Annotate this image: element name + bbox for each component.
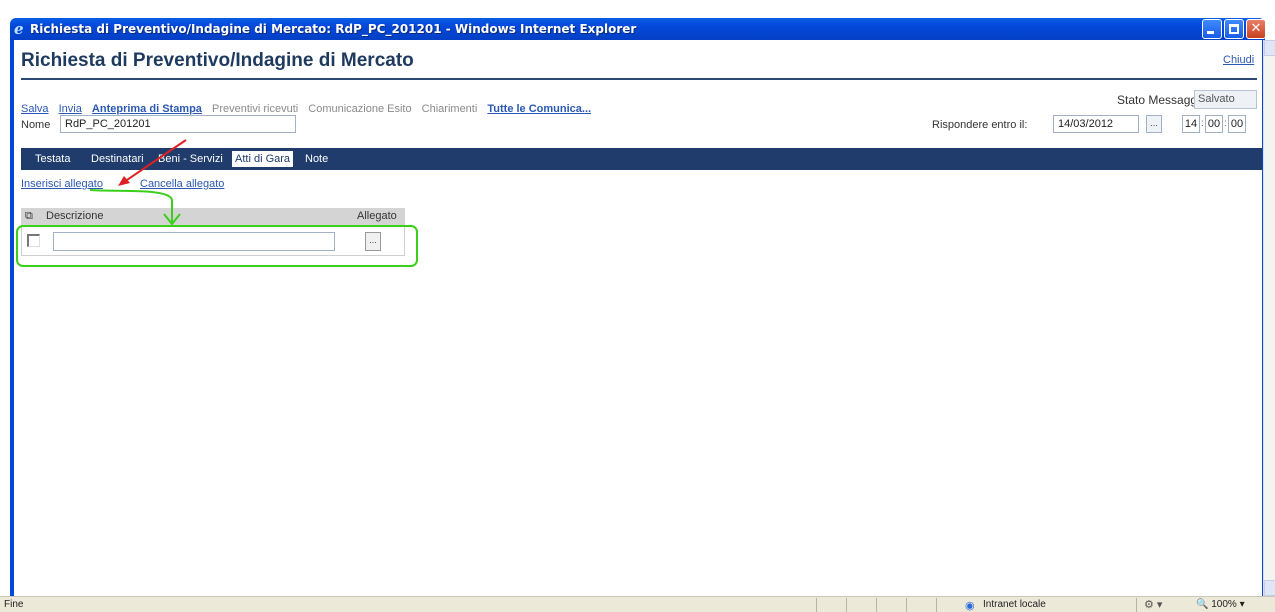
preventivi-ricevuti-item: Preventivi ricevuti [212,103,299,115]
maximize-icon [1229,24,1239,34]
title-divider [21,78,1257,80]
anteprima-link[interactable]: Anteprima di Stampa [92,103,202,115]
descrizione-input[interactable] [53,232,335,251]
comunicazione-esito-item: Comunicazione Esito [308,103,412,115]
salva-link[interactable]: Salva [21,103,49,115]
nome-label: Nome [21,119,51,131]
table-row: ... [21,226,405,256]
title-bar: e Richiesta di Preventivo/Indagine di Me… [0,0,1275,40]
column-descrizione: Descrizione [46,210,104,222]
attachments-grid-header: ⧉ Descrizione Allegato [21,208,405,226]
scroll-down-button[interactable] [1264,580,1275,596]
zoom-level[interactable]: 🔍 100% ▾ [1196,599,1245,610]
status-bar: Fine ◉ Intranet locale ⚙ ▾ 🔍 100% ▾ [0,596,1275,612]
tab-beni-servizi[interactable]: Beni - Servizi [158,153,223,165]
tab-atti-di-gara[interactable]: Atti di Gara [232,151,294,167]
close-window-button[interactable]: ✕ [1246,19,1266,39]
window-title: Richiesta di Preventivo/Indagine di Merc… [30,22,637,36]
status-divider [876,598,877,612]
tab-note[interactable]: Note [305,153,328,165]
deadline-label: Rispondere entro il: [932,119,1028,131]
tab-destinatari[interactable]: Destinatari [91,153,144,165]
zoom-value: 100% [1211,599,1237,610]
deadline-minute-input[interactable]: 00 [1205,115,1223,133]
status-divider [936,598,937,612]
intranet-zone-icon: ◉ [965,600,975,612]
row-checkbox[interactable] [27,234,40,247]
maximize-button[interactable] [1224,19,1244,39]
deadline-second-input[interactable]: 00 [1228,115,1246,133]
time-separator: : [1201,118,1204,129]
scroll-up-button[interactable] [1264,40,1275,56]
vertical-scrollbar[interactable] [1263,40,1275,596]
deadline-date-input[interactable]: 14/03/2012 [1053,115,1139,133]
browser-window: e Richiesta di Preventivo/Indagine di Me… [0,0,1275,612]
cancella-allegato-link[interactable]: Cancella allegato [140,178,224,190]
title-bar-strip: e Richiesta di Preventivo/Indagine di Me… [10,18,1266,40]
status-divider [906,598,907,612]
tab-testata[interactable]: Testata [35,153,70,165]
protected-mode-icon[interactable]: ⚙ ▾ [1144,598,1162,611]
deadline-hour-input[interactable]: 14 [1182,115,1200,133]
close-icon: ✕ [1250,21,1262,36]
chiudi-link[interactable]: Chiudi [1223,54,1254,66]
status-divider [846,598,847,612]
ie-logo-icon: e [14,20,24,38]
column-allegato: Allegato [357,210,397,222]
page-content: Richiesta di Preventivo/Indagine di Merc… [14,40,1262,596]
tutte-comunicazioni-link[interactable]: Tutte le Comunica... [487,103,591,115]
time-separator: : [1224,118,1227,129]
status-text: Fine [4,599,24,610]
inserisci-allegato-link[interactable]: Inserisci allegato [21,178,103,190]
page-title: Richiesta di Preventivo/Indagine di Merc… [21,50,414,71]
stato-messaggio-value: Salvato [1194,90,1257,109]
minimize-icon [1207,31,1214,34]
security-zone: Intranet locale [983,599,1046,610]
date-picker-button[interactable]: ... [1146,115,1162,133]
copy-icon: ⧉ [25,210,33,222]
zoom-icon: 🔍 [1196,599,1209,610]
minimize-button[interactable] [1202,19,1222,39]
tab-bar: Testata Destinatari Beni - Servizi Atti … [21,148,1262,170]
chiarimenti-item: Chiarimenti [421,103,478,115]
invia-link[interactable]: Invia [59,103,82,115]
status-divider [1136,598,1137,612]
nome-input[interactable]: RdP_PC_201201 [60,115,296,133]
status-divider [816,598,817,612]
allegato-browse-button[interactable]: ... [365,232,381,251]
stato-messaggio-label: Stato Messaggio [1117,93,1207,107]
